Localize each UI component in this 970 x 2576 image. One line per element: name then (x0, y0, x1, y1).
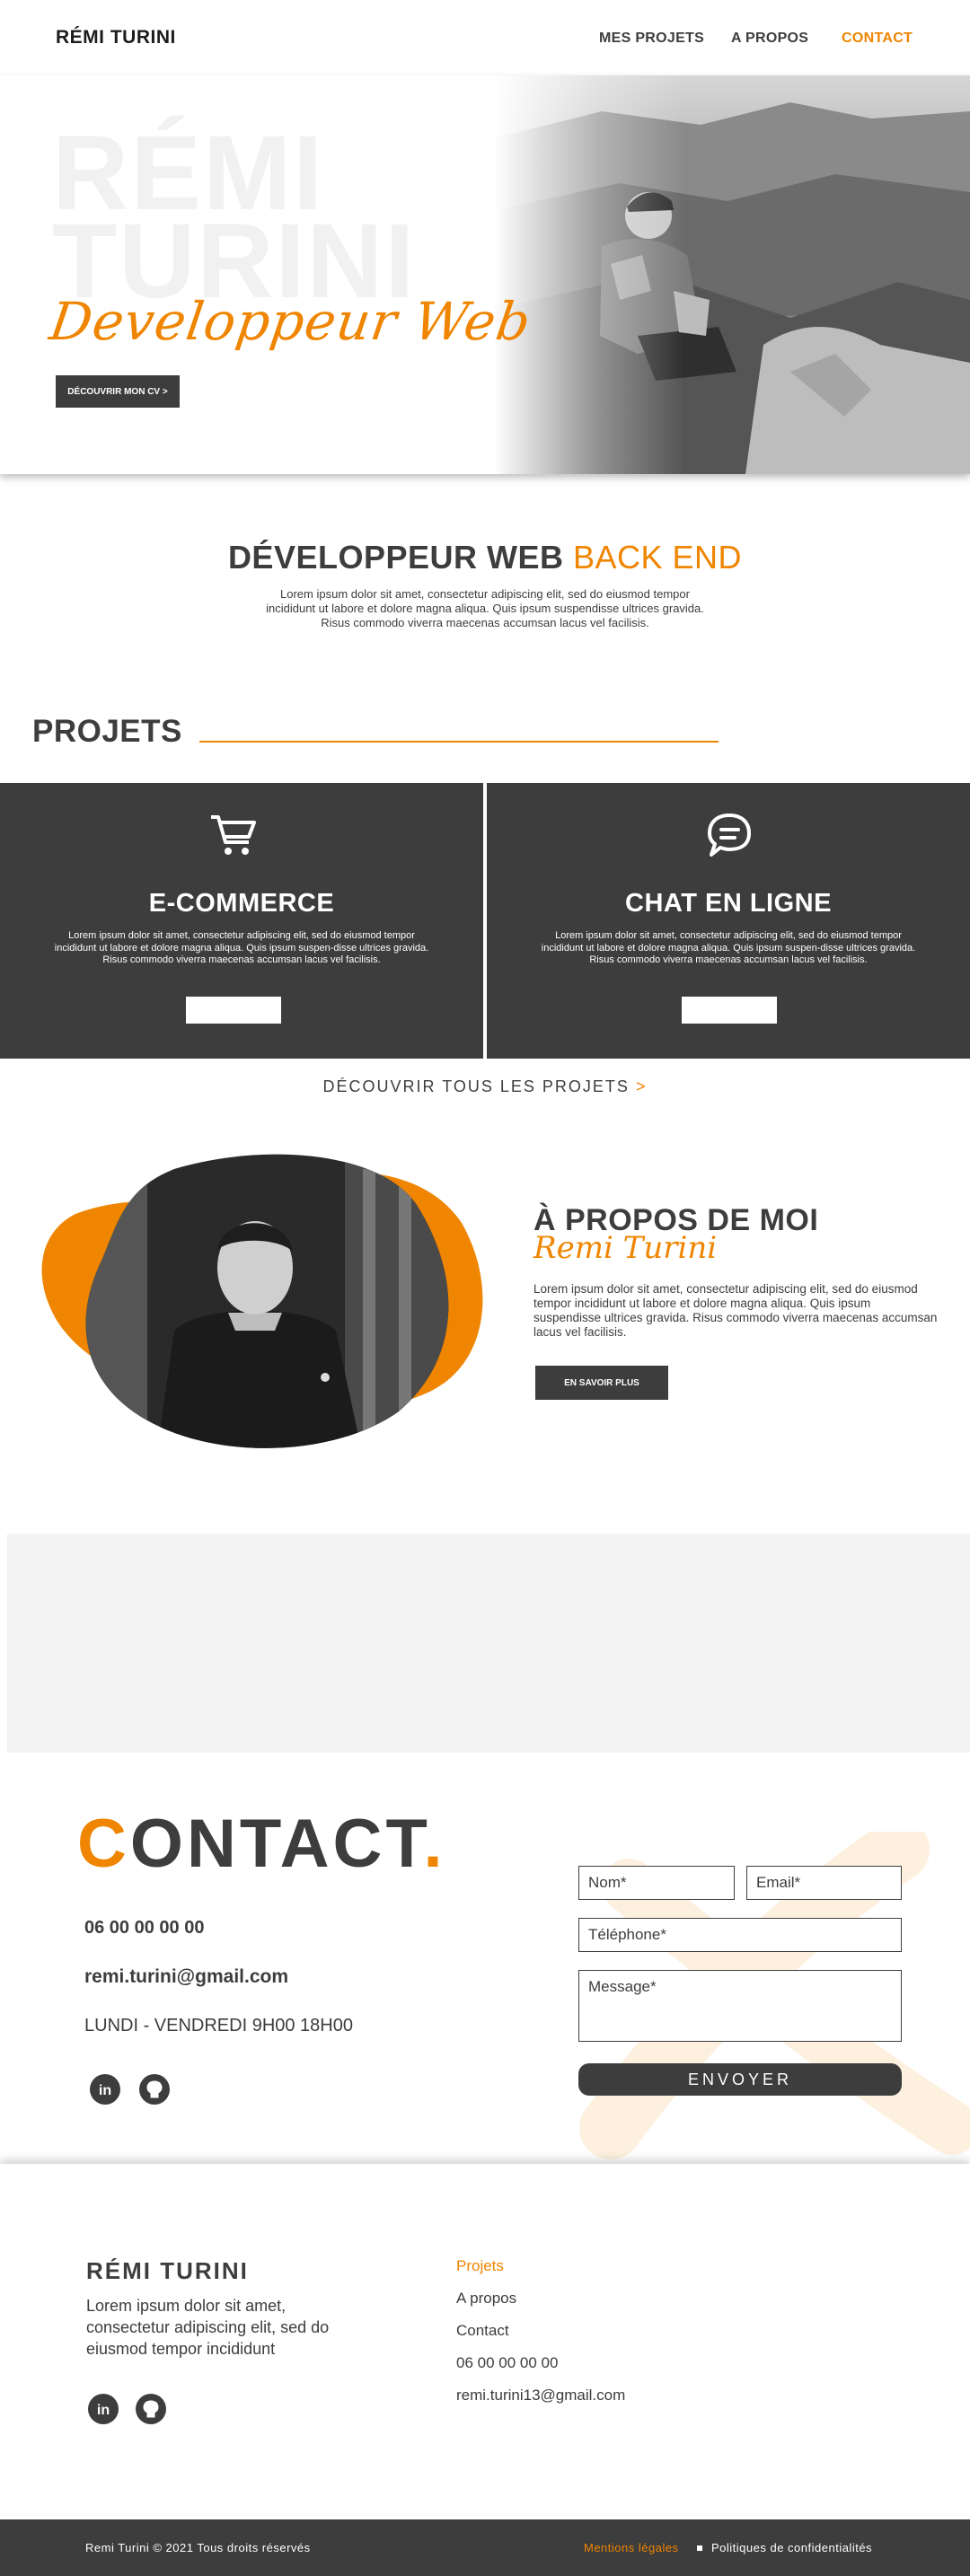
project-card-title: E-COMMERCE (148, 889, 335, 918)
learn-more-button[interactable]: EN SAVOIR PLUS (535, 1366, 668, 1400)
footer: RÉMI TURINI Lorem ipsum dolor sit amet, … (0, 2164, 970, 2519)
contact-hours: LUNDI - VENDREDI 9H00 18H00 (84, 2016, 353, 2035)
project-card-title: CHAT EN LIGNE (625, 889, 832, 918)
copyright-bar: Remi Turini © 2021 Tous droits réservés … (0, 2519, 970, 2576)
hero-tagline: Developpeur Web (46, 291, 535, 352)
dev-description: Lorem ipsum dolor sit amet, consectetur … (266, 587, 704, 629)
copyright-text: Remi Turini © 2021 Tous droits réservés (85, 2541, 311, 2554)
nav-link-a-propos[interactable]: A PROPOS (731, 31, 808, 47)
hero-section: RÉMI TURINI Developpeur Web DÉCOUVRIR MO… (0, 75, 970, 474)
privacy-link[interactable]: Politiques de confidentialités (711, 2541, 872, 2554)
linkedin-icon[interactable]: in (90, 2074, 120, 2105)
project-card-button[interactable] (186, 997, 281, 1024)
linkedin-icon[interactable]: in (88, 2394, 119, 2424)
about-description: Lorem ipsum dolor sit amet, consectetur … (534, 1282, 938, 1339)
brand-logo[interactable]: RÉMI TURINI (56, 27, 176, 48)
github-icon[interactable] (136, 2394, 166, 2424)
top-nav: RÉMI TURINI MES PROJETS A PROPOS CONTACT (0, 0, 970, 75)
project-card-text: Lorem ipsum dolor sit amet, consectetur … (54, 930, 429, 965)
projects-heading: PROJETS (32, 714, 182, 749)
footer-link-contact[interactable]: Contact (456, 2322, 509, 2340)
footer-description: Lorem ipsum dolor sit amet, consectetur … (86, 2297, 330, 2358)
footer-brand: RÉMI TURINI (86, 2257, 249, 2284)
email-field[interactable] (746, 1866, 902, 1900)
cart-icon (211, 815, 256, 855)
discover-all-projects-link[interactable]: DÉCOUVRIR TOUS LES PROJETS > (0, 1077, 970, 1096)
svg-text:in: in (97, 2403, 110, 2418)
footer-phone[interactable]: 06 00 00 00 00 (456, 2354, 558, 2372)
footer-link-a-propos[interactable]: A propos (456, 2290, 516, 2308)
hero-photo (494, 75, 970, 474)
name-field[interactable] (578, 1866, 735, 1900)
footer-link-projets[interactable]: Projets (456, 2257, 504, 2275)
nav-link-contact[interactable]: CONTACT (842, 31, 913, 47)
message-field[interactable] (578, 1970, 902, 2042)
project-card-chat[interactable]: CHAT EN LIGNE Lorem ipsum dolor sit amet… (487, 783, 970, 1059)
about-signature: Remi Turini (534, 1230, 718, 1266)
projects-heading-underline (199, 741, 719, 743)
send-button[interactable]: ENVOYER (578, 2063, 902, 2096)
project-card-ecommerce[interactable]: E-COMMERCE Lorem ipsum dolor sit amet, c… (0, 783, 483, 1059)
contact-heading: CONTACT. (77, 1806, 446, 1882)
legal-link[interactable]: Mentions légales (584, 2541, 679, 2554)
phone-field[interactable] (578, 1918, 902, 1952)
dev-title: DÉVELOPPEUR WEB BACK END (227, 539, 743, 576)
svg-text:in: in (99, 2083, 111, 2098)
project-card-button[interactable] (682, 997, 777, 1024)
placeholder-band (7, 1534, 970, 1753)
contact-phone[interactable]: 06 00 00 00 00 (84, 1918, 204, 1939)
separator-dot (697, 2545, 702, 2551)
hero-background-name: RÉMI TURINI (52, 114, 417, 321)
about-photo (41, 1154, 483, 1448)
contact-email[interactable]: remi.turini@gmail.com (84, 1966, 288, 1988)
chat-icon (708, 813, 751, 857)
github-icon[interactable] (139, 2074, 170, 2105)
nav-link-projets[interactable]: MES PROJETS (599, 31, 704, 47)
project-card-text: Lorem ipsum dolor sit amet, consectetur … (541, 930, 916, 965)
discover-cv-button[interactable]: DÉCOUVRIR MON CV > (56, 375, 180, 408)
footer-email[interactable]: remi.turini13@gmail.com (456, 2387, 625, 2405)
